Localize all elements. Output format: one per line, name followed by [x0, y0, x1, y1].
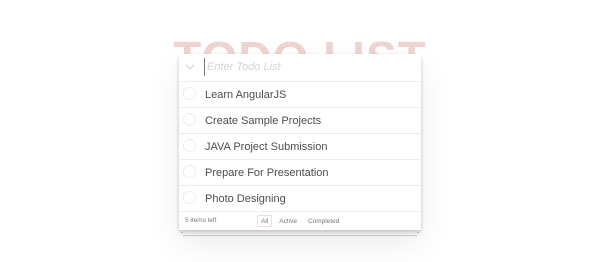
filter-completed[interactable]: Completed [304, 215, 343, 227]
filter-group: All Active Completed [257, 215, 343, 227]
todo-item[interactable]: Learn AngularJS [179, 82, 421, 108]
todo-item[interactable]: JAVA Project Submission [179, 134, 421, 160]
todo-text: JAVA Project Submission [205, 141, 328, 153]
todo-text: Create Sample Projects [205, 115, 322, 127]
todo-list: Learn AngularJS Create Sample Projects J… [179, 82, 421, 212]
new-todo-input[interactable] [204, 58, 412, 76]
todo-item[interactable]: Create Sample Projects [179, 108, 421, 134]
todo-text: Learn AngularJS [205, 89, 287, 101]
todo-checkbox[interactable] [183, 139, 196, 152]
todo-checkbox[interactable] [183, 165, 196, 178]
todo-checkbox[interactable] [183, 87, 196, 100]
chevron-down-icon[interactable] [184, 60, 196, 74]
new-todo-header [179, 54, 421, 82]
filter-all[interactable]: All [257, 215, 273, 227]
todo-item[interactable]: Photo Designing [179, 186, 421, 212]
stack-sheet-2 [183, 231, 417, 235]
todo-item[interactable]: Prepare For Presentation [179, 160, 421, 186]
todo-checkbox[interactable] [183, 113, 196, 126]
todo-checkbox[interactable] [183, 191, 196, 204]
filter-active[interactable]: Active [275, 215, 301, 227]
todo-text: Photo Designing [205, 193, 286, 205]
todo-text: Prepare For Presentation [205, 167, 329, 179]
todo-card: Learn AngularJS Create Sample Projects J… [179, 54, 421, 230]
todo-footer: 5 items left All Active Completed [179, 212, 421, 230]
items-left-count: 5 items left [185, 217, 217, 224]
